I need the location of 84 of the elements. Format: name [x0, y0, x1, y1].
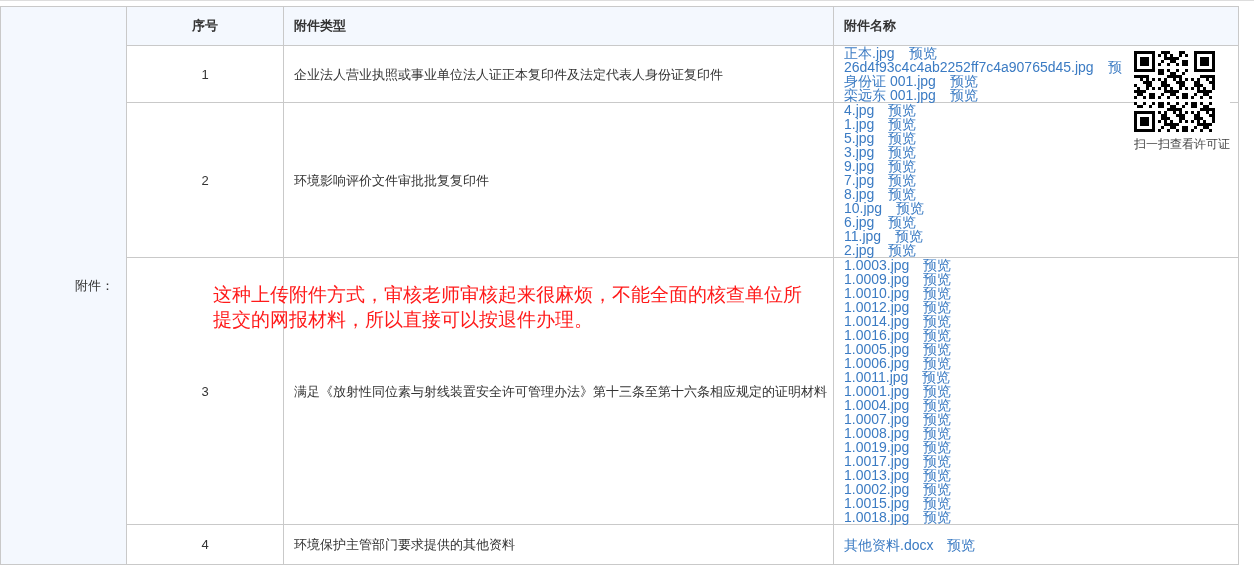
column-header: 附件名称: [844, 18, 896, 33]
preview-link[interactable]: 预: [1107, 60, 1122, 74]
preview-link[interactable]: 预览: [888, 103, 917, 117]
row-number: 1: [201, 66, 209, 82]
preview-link[interactable]: 预览: [888, 145, 917, 159]
file-link[interactable]: 9.jpg: [844, 159, 875, 173]
file-link[interactable]: 1.0019.jpg: [844, 440, 910, 454]
preview-link[interactable]: 预览: [922, 370, 951, 384]
row-number: 4: [201, 537, 209, 552]
attachment-type: 环境影响评价文件审批批复复印件: [294, 172, 489, 188]
preview-link[interactable]: 预览: [888, 131, 917, 145]
file-link[interactable]: 3.jpg: [844, 145, 875, 159]
preview-link[interactable]: 预览: [888, 187, 917, 201]
column-header: 序号: [192, 18, 218, 33]
preview-link[interactable]: 预览: [888, 117, 917, 131]
file-link[interactable]: 1.0002.jpg: [844, 482, 910, 496]
file-link[interactable]: 1.0006.jpg: [844, 356, 910, 370]
file-link[interactable]: 1.0011.jpg: [844, 370, 909, 384]
file-link[interactable]: 1.0012.jpg: [844, 300, 910, 314]
preview-link[interactable]: 预览: [923, 272, 952, 286]
file-link[interactable]: 身份证 001.jpg: [844, 74, 936, 88]
preview-link[interactable]: 预览: [923, 300, 952, 314]
preview-link[interactable]: 预览: [923, 328, 952, 342]
attachment-type: 环境保护主管部门要求提供的其他资料: [294, 537, 515, 552]
file-link[interactable]: 1.jpg: [844, 117, 875, 131]
preview-link[interactable]: 预览: [888, 159, 917, 173]
file-link[interactable]: 1.0017.jpg: [844, 454, 910, 468]
preview-link[interactable]: 预览: [923, 286, 952, 300]
file-link[interactable]: 1.0001.jpg: [844, 384, 910, 398]
file-link[interactable]: 1.0013.jpg: [844, 468, 910, 482]
preview-link[interactable]: 预览: [947, 537, 976, 552]
preview-link[interactable]: 预览: [896, 201, 925, 215]
qr-caption: 扫一扫查看许可证: [1134, 136, 1230, 153]
attachment-type: 企业法人营业执照或事业单位法人证正本复印件及法定代表人身份证复印件: [294, 66, 723, 82]
file-link[interactable]: 11.jpg: [844, 229, 882, 243]
preview-link[interactable]: 预览: [923, 398, 952, 412]
column-header: 附件类型: [294, 18, 346, 33]
preview-link[interactable]: 预览: [923, 356, 952, 370]
file-link[interactable]: 1.0004.jpg: [844, 398, 910, 412]
file-link[interactable]: 8.jpg: [844, 187, 875, 201]
preview-link[interactable]: 预览: [923, 342, 952, 356]
file-link[interactable]: 1.0005.jpg: [844, 342, 910, 356]
file-link[interactable]: 10.jpg: [844, 201, 883, 215]
file-link[interactable]: 1.0014.jpg: [844, 314, 910, 328]
attachment-type: 满足《放射性同位素与射线装置安全许可管理办法》第十三条至第十六条相应规定的证明材料: [294, 383, 827, 399]
file-link[interactable]: 1.0003.jpg: [844, 258, 910, 272]
file-link[interactable]: 1.0008.jpg: [844, 426, 910, 440]
file-link[interactable]: 其他资料.docx: [844, 537, 934, 552]
preview-link[interactable]: 预览: [949, 74, 978, 88]
preview-link[interactable]: 预览: [923, 440, 952, 454]
file-link[interactable]: 26d4f93c4c4ab2252ff7c4a90765d45.jpg: [844, 60, 1094, 74]
preview-link[interactable]: 预览: [923, 468, 952, 482]
preview-link[interactable]: 预览: [923, 454, 952, 468]
file-link[interactable]: 1.0007.jpg: [844, 412, 910, 426]
preview-link[interactable]: 预览: [923, 426, 952, 440]
file-link[interactable]: 1.0018.jpg: [844, 510, 910, 524]
file-link[interactable]: 1.0016.jpg: [844, 328, 910, 342]
file-link[interactable]: 2.jpg: [844, 243, 875, 257]
file-link[interactable]: 1.0015.jpg: [844, 496, 910, 510]
preview-link[interactable]: 预览: [888, 173, 917, 187]
file-link[interactable]: 1.0009.jpg: [844, 272, 910, 286]
row-number: 2: [201, 172, 209, 188]
preview-link[interactable]: 预览: [923, 384, 952, 398]
preview-link[interactable]: 预览: [949, 88, 978, 102]
file-link[interactable]: 1.0010.jpg: [844, 286, 910, 300]
file-link[interactable]: 5.jpg: [844, 131, 875, 145]
preview-link[interactable]: 预览: [888, 243, 917, 257]
field-label: 附件：: [75, 277, 114, 293]
preview-link[interactable]: 预览: [923, 258, 952, 272]
file-link[interactable]: 正本.jpg: [844, 46, 895, 60]
preview-link[interactable]: 预览: [908, 46, 937, 60]
preview-link[interactable]: 预览: [923, 482, 952, 496]
row-number: 3: [201, 383, 209, 399]
file-link[interactable]: 7.jpg: [844, 173, 875, 187]
preview-link[interactable]: 预览: [923, 314, 952, 328]
preview-link[interactable]: 预览: [923, 496, 952, 510]
annotation-text: 这种上传附件方式，审核老师审核起来很麻烦，不能全面的核查单位所提交的网报材料，所以直接可以按退件办理。: [213, 283, 803, 332]
file-link[interactable]: 6.jpg: [844, 215, 875, 229]
preview-link[interactable]: 预览: [895, 229, 924, 243]
file-link[interactable]: 4.jpg: [844, 103, 875, 117]
preview-link[interactable]: 预览: [888, 215, 917, 229]
file-link[interactable]: 栾远东 001.jpg: [844, 88, 936, 102]
preview-link[interactable]: 预览: [923, 412, 952, 426]
preview-link[interactable]: 预览: [923, 510, 952, 524]
